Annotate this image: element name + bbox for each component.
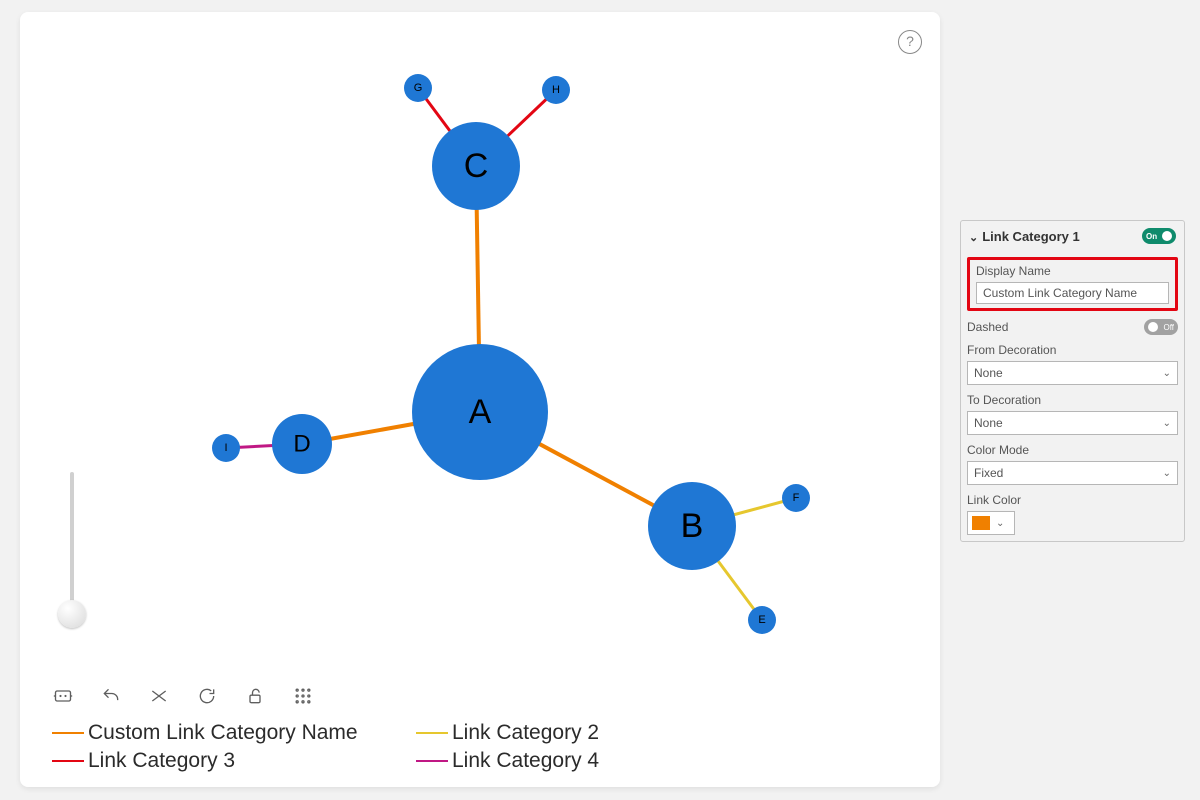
shuffle-icon[interactable] bbox=[148, 685, 170, 707]
format-panel: ⌄ Link Category 1 On Display Name Dashed … bbox=[960, 220, 1185, 542]
legend-item[interactable]: Link Category 3 bbox=[52, 749, 392, 773]
legend-item[interactable]: Custom Link Category Name bbox=[52, 721, 392, 745]
link-color-swatch bbox=[972, 516, 990, 530]
link-color-picker[interactable]: ⌄ bbox=[967, 511, 1015, 535]
graph-toolbar bbox=[52, 685, 314, 707]
color-mode-label: Color Mode bbox=[967, 443, 1178, 457]
chevron-down-icon: ⌄ bbox=[969, 232, 978, 244]
legend-swatch bbox=[416, 760, 448, 762]
chevron-down-icon: ⌄ bbox=[1163, 468, 1171, 479]
node-label-G: G bbox=[414, 82, 423, 94]
legend-label: Custom Link Category Name bbox=[88, 721, 358, 745]
chevron-down-icon: ⌄ bbox=[996, 518, 1004, 529]
zoom-slider[interactable] bbox=[56, 472, 88, 647]
panel-enabled-toggle[interactable]: On bbox=[1142, 228, 1176, 244]
panel-header[interactable]: ⌄ Link Category 1 On bbox=[961, 221, 1184, 251]
to-decoration-label: To Decoration bbox=[967, 393, 1178, 407]
legend-swatch bbox=[52, 732, 84, 734]
node-label-H: H bbox=[552, 84, 560, 96]
display-name-label: Display Name bbox=[976, 264, 1169, 278]
node-label-E: E bbox=[758, 614, 765, 626]
color-mode-select[interactable]: Fixed⌄ bbox=[967, 461, 1178, 485]
display-name-input[interactable] bbox=[976, 282, 1169, 304]
legend-swatch bbox=[52, 760, 84, 762]
from-decoration-label: From Decoration bbox=[967, 343, 1178, 357]
from-decoration-select[interactable]: None⌄ bbox=[967, 361, 1178, 385]
unlock-icon[interactable] bbox=[244, 685, 266, 707]
to-decoration-select[interactable]: None⌄ bbox=[967, 411, 1178, 435]
refresh-icon[interactable] bbox=[196, 685, 218, 707]
link-color-label: Link Color bbox=[967, 493, 1178, 507]
panel-title: Link Category 1 bbox=[982, 229, 1080, 244]
fit-icon[interactable] bbox=[52, 685, 74, 707]
grid-icon[interactable] bbox=[292, 685, 314, 707]
chevron-down-icon: ⌄ bbox=[1163, 418, 1171, 429]
legend: Custom Link Category Name Link Category 2… bbox=[52, 721, 756, 773]
legend-label: Link Category 3 bbox=[88, 749, 235, 773]
dashed-toggle[interactable]: Off bbox=[1144, 319, 1178, 335]
dashed-row: Dashed Off bbox=[967, 319, 1178, 335]
legend-item[interactable]: Link Category 2 bbox=[416, 721, 756, 745]
legend-swatch bbox=[416, 732, 448, 734]
legend-label: Link Category 2 bbox=[452, 721, 599, 745]
node-label-C: C bbox=[464, 147, 489, 185]
undo-icon[interactable] bbox=[100, 685, 122, 707]
chevron-down-icon: ⌄ bbox=[1163, 368, 1171, 379]
node-label-B: B bbox=[681, 507, 704, 545]
graph-canvas-card: ? ABCDEFGHI Custom Link Ca bbox=[20, 12, 940, 787]
node-label-F: F bbox=[793, 492, 800, 504]
zoom-slider-thumb[interactable] bbox=[58, 600, 86, 628]
legend-label: Link Category 4 bbox=[452, 749, 599, 773]
display-name-highlight: Display Name bbox=[967, 257, 1178, 311]
node-label-I: I bbox=[224, 442, 227, 454]
graph-area[interactable]: A B C D E F G H I bbox=[20, 12, 940, 672]
node-label-D: D bbox=[293, 431, 310, 458]
node-label-A: A bbox=[469, 393, 492, 431]
legend-item[interactable]: Link Category 4 bbox=[416, 749, 756, 773]
dashed-label: Dashed bbox=[967, 320, 1008, 334]
